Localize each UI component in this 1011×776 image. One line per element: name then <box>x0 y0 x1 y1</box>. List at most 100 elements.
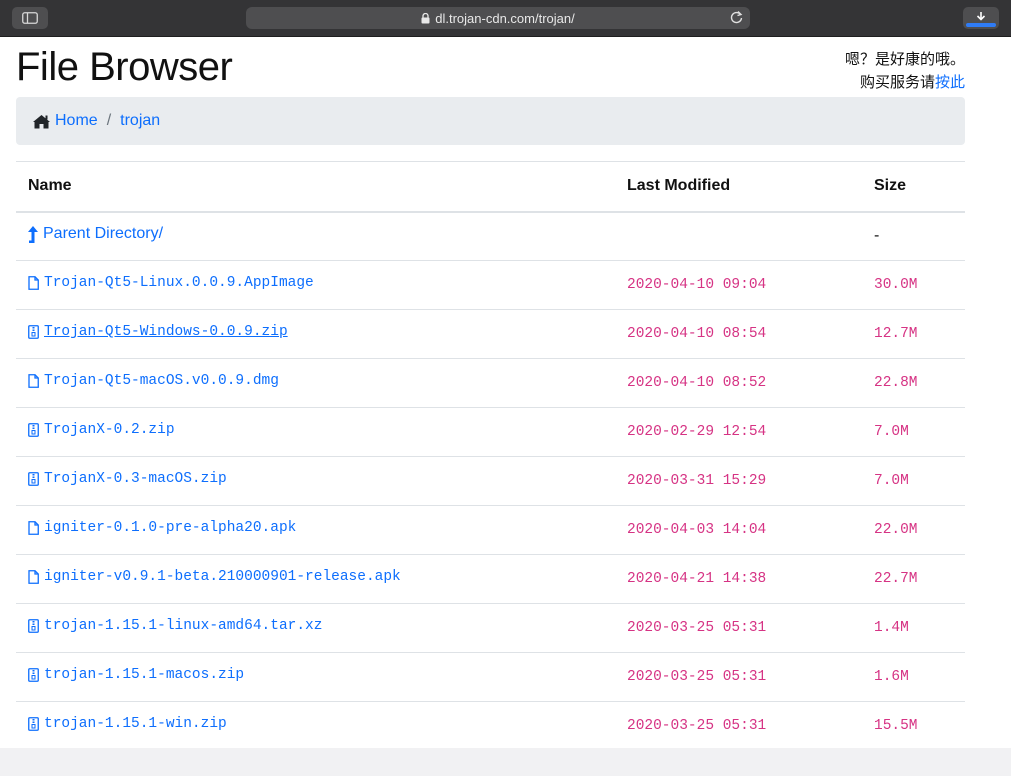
file-modified-cell: 2020-04-21 14:38 <box>615 554 862 604</box>
file-link[interactable]: TrojanX-0.2.zip <box>28 422 175 438</box>
file-name-cell: igniter-v0.9.1-beta.210000901-release.ap… <box>16 554 615 604</box>
file-link[interactable]: igniter-0.1.0-pre-alpha20.apk <box>28 520 296 536</box>
parent-directory-row: Parent Directory/ - <box>16 211 965 261</box>
file-icon <box>28 276 39 290</box>
table-row: TrojanX-0.2.zip 2020-02-29 12:54 7.0M <box>16 407 965 457</box>
file-size-cell: 7.0M <box>862 407 965 457</box>
breadcrumb: Home / trojan <box>16 97 965 145</box>
breadcrumb-separator: / <box>106 112 112 129</box>
zip-file-icon <box>28 472 39 486</box>
file-name: trojan-1.15.1-macos.zip <box>44 667 245 683</box>
file-name: igniter-0.1.0-pre-alpha20.apk <box>44 520 297 536</box>
page-footer <box>0 748 1011 776</box>
table-row: trojan-1.15.1-macos.zip 2020-03-25 05:31 1… <box>16 652 965 702</box>
column-header-name[interactable]: Name <box>16 161 615 213</box>
file-icon <box>28 521 39 535</box>
file-icon <box>28 374 39 388</box>
column-header-size[interactable]: Size <box>862 161 965 213</box>
table-row: trojan-1.15.1-win.zip 2020-03-25 05:31 15.… <box>16 701 965 751</box>
file-modified-cell: 2020-04-10 09:04 <box>615 260 862 310</box>
file-size-cell: 22.0M <box>862 505 965 555</box>
file-name-cell: Trojan-Qt5-Linux.0.0.9.AppImage <box>16 260 615 310</box>
table-row: TrojanX-0.3-macOS.zip 2020-03-31 15:29 7.0… <box>16 456 965 506</box>
file-name: trojan-1.15.1-linux-amd64.tar.xz <box>44 618 323 634</box>
file-name: TrojanX-0.3-macOS.zip <box>44 471 227 487</box>
zip-file-icon <box>28 325 39 339</box>
file-table: Name Last Modified Size Parent Directory… <box>16 161 965 751</box>
parent-size-cell: - <box>862 211 965 261</box>
file-link[interactable]: trojan-1.15.1-win.zip <box>28 716 227 732</box>
service-note-line2: 购买服务请按此 <box>845 71 965 94</box>
parent-name-cell: Parent Directory/ <box>16 211 615 261</box>
file-name-cell: trojan-1.15.1-linux-amd64.tar.xz <box>16 603 615 653</box>
breadcrumb-home-link[interactable]: Home <box>32 112 98 130</box>
parent-directory-link[interactable]: Parent Directory/ <box>28 225 163 243</box>
table-row: igniter-v0.9.1-beta.210000901-release.ap… <box>16 554 965 604</box>
file-modified-cell: 2020-04-10 08:54 <box>615 309 862 359</box>
file-name: igniter-v0.9.1-beta.210000901-release.ap… <box>44 569 401 585</box>
file-size-cell: 12.7M <box>862 309 965 359</box>
file-modified-cell: 2020-04-03 14:04 <box>615 505 862 555</box>
file-name: Trojan-Qt5-Linux.0.0.9.AppImage <box>44 275 314 291</box>
file-modified-cell: 2020-04-10 08:52 <box>615 358 862 408</box>
file-icon <box>28 570 39 584</box>
file-size-cell: 30.0M <box>862 260 965 310</box>
file-link[interactable]: Trojan-Qt5-Windows-0.0.9.zip <box>28 324 288 340</box>
file-size-cell: 7.0M <box>862 456 965 506</box>
file-name-cell: igniter-0.1.0-pre-alpha20.apk <box>16 505 615 555</box>
page-title: File Browser <box>16 45 233 89</box>
file-size-cell: 22.7M <box>862 554 965 604</box>
parent-modified-cell <box>615 211 862 261</box>
file-name: Trojan-Qt5-Windows-0.0.9.zip <box>44 324 288 340</box>
file-name-cell: TrojanX-0.2.zip <box>16 407 615 457</box>
url-text: dl.trojan-cdn.com/trojan/ <box>435 10 575 26</box>
zip-file-icon <box>28 423 39 437</box>
file-link[interactable]: trojan-1.15.1-macos.zip <box>28 667 244 683</box>
file-size-cell: 22.8M <box>862 358 965 408</box>
file-link[interactable]: TrojanX-0.3-macOS.zip <box>28 471 227 487</box>
purchase-link[interactable]: 按此 <box>935 74 965 91</box>
zip-file-icon <box>28 668 39 682</box>
table-row: Trojan-Qt5-macOS.v0.0.9.dmg 2020-04-10 08… <box>16 358 965 408</box>
column-header-last-modified[interactable]: Last Modified <box>615 161 862 213</box>
file-modified-cell: 2020-03-31 15:29 <box>615 456 862 506</box>
file-modified-cell: 2020-03-25 05:31 <box>615 603 862 653</box>
file-name: Trojan-Qt5-macOS.v0.0.9.dmg <box>44 373 279 389</box>
file-link[interactable]: Trojan-Qt5-Linux.0.0.9.AppImage <box>28 275 314 291</box>
zip-file-icon <box>28 619 39 633</box>
address-bar[interactable]: dl.trojan-cdn.com/trojan/ <box>246 7 750 29</box>
file-name-cell: trojan-1.15.1-macos.zip <box>16 652 615 702</box>
file-name: TrojanX-0.2.zip <box>44 422 175 438</box>
sidebar-icon <box>22 12 38 24</box>
service-note-line1: 嗯？是好康的哦。 <box>844 51 965 68</box>
lock-icon <box>421 12 430 24</box>
table-row: trojan-1.15.1-linux-amd64.tar.xz 2020-03-… <box>16 603 965 653</box>
file-link[interactable]: Trojan-Qt5-macOS.v0.0.9.dmg <box>28 373 279 389</box>
download-progress-bar <box>966 23 996 27</box>
sidebar-toggle-button[interactable] <box>12 7 48 29</box>
file-name-cell: trojan-1.15.1-win.zip <box>16 701 615 751</box>
file-modified-cell: 2020-02-29 12:54 <box>615 407 862 457</box>
breadcrumb-home-label: Home <box>55 112 98 129</box>
file-name-cell: TrojanX-0.3-macOS.zip <box>16 456 615 506</box>
browser-toolbar: dl.trojan-cdn.com/trojan/ <box>0 0 1011 37</box>
downloads-button[interactable] <box>963 7 999 29</box>
breadcrumb-current-link[interactable]: trojan <box>120 112 160 130</box>
file-name-cell: Trojan-Qt5-Windows-0.0.9.zip <box>16 309 615 359</box>
service-note: 嗯？是好康的哦。 购买服务请按此 <box>845 48 965 94</box>
table-row: igniter-0.1.0-pre-alpha20.apk 2020-04-03 … <box>16 505 965 555</box>
table-row: Trojan-Qt5-Linux.0.0.9.AppImage 2020-04-1… <box>16 260 965 310</box>
file-link[interactable]: igniter-v0.9.1-beta.210000901-release.ap… <box>28 569 401 585</box>
table-row: Trojan-Qt5-Windows-0.0.9.zip 2020-04-10 0… <box>16 309 965 359</box>
file-size-cell: 15.5M <box>862 701 965 751</box>
file-size-cell: 1.4M <box>862 603 965 653</box>
table-header-row: Name Last Modified Size <box>16 161 965 213</box>
reload-icon[interactable] <box>729 10 744 25</box>
zip-file-icon <box>28 717 39 731</box>
parent-directory-label: Parent Directory/ <box>43 225 164 242</box>
service-note-prefix: 购买服务请 <box>859 74 935 91</box>
file-link[interactable]: trojan-1.15.1-linux-amd64.tar.xz <box>28 618 322 634</box>
home-icon <box>32 114 51 129</box>
level-up-icon <box>28 225 38 243</box>
file-name: trojan-1.15.1-win.zip <box>44 716 227 732</box>
